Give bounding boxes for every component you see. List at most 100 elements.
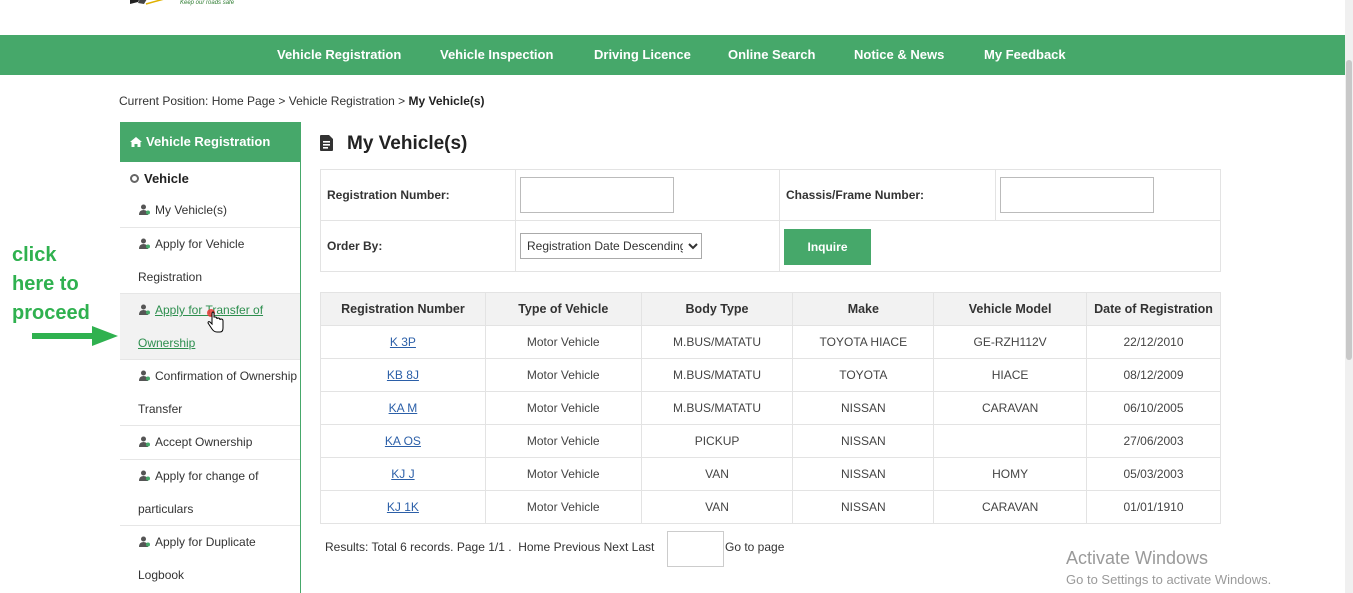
table-cell: 05/03/2003: [1086, 457, 1221, 491]
registration-link[interactable]: KA OS: [385, 434, 421, 448]
arrow-right-icon: [32, 326, 118, 346]
pagination: Results: Total 6 records. Page 1/1 . Hom…: [325, 540, 654, 554]
order-by-label: Order By:: [321, 221, 516, 271]
table-cell: GE-RZH112V: [933, 325, 1087, 359]
sidebar-item-my-vehicles[interactable]: My Vehicle(s): [120, 194, 300, 228]
site-logo[interactable]: Keep our roads safe: [128, 0, 258, 10]
user-icon: [139, 536, 150, 547]
table-cell: TOYOTA HIACE: [792, 325, 935, 359]
reg-number-label: Registration Number:: [321, 170, 516, 221]
table-cell: M.BUS/MATATU: [640, 325, 794, 359]
table-cell: HOMY: [933, 457, 1087, 491]
logo-tagline: Keep our roads safe: [180, 0, 235, 6]
table-cell: [933, 424, 1087, 458]
registration-link[interactable]: KJ 1K: [387, 500, 419, 514]
order-by-select[interactable]: Registration Date Descending: [520, 233, 702, 259]
reg-number-input[interactable]: [520, 177, 674, 213]
sidebar-header-label: Vehicle Registration: [146, 134, 271, 149]
breadcrumb-path[interactable]: Current Position: Home Page > Vehicle Re…: [119, 94, 409, 108]
sidebar-item-accept-ownership[interactable]: Accept Ownership: [120, 426, 300, 460]
registration-link[interactable]: KA M: [389, 401, 418, 415]
table-row: KA M Motor Vehicle M.BUS/MATATU NISSAN C…: [320, 391, 1221, 425]
hand-cursor-icon: [207, 309, 224, 333]
column-header: Vehicle Model: [933, 292, 1087, 326]
chassis-number-input[interactable]: [1000, 177, 1154, 213]
sidebar-item-label: Confirmation of Ownership: [155, 369, 298, 383]
table-cell: 27/06/2003: [1086, 424, 1221, 458]
table-cell: CARAVAN: [933, 391, 1087, 425]
table-cell: 06/10/2005: [1086, 391, 1221, 425]
table-cell: CARAVAN: [933, 490, 1087, 524]
pager-next-link[interactable]: Next: [604, 540, 629, 554]
sidebar-item-label: Apply for Duplicate: [155, 535, 256, 549]
table-row: KJ J Motor Vehicle VAN NISSAN HOMY 05/03…: [320, 457, 1221, 491]
search-form: Registration Number: Chassis/Frame Numbe…: [320, 169, 1221, 272]
table-cell: Motor Vehicle: [484, 358, 642, 392]
annotation-line: proceed: [12, 302, 90, 324]
sidebar-item-change-particulars[interactable]: Apply for change of particulars: [120, 460, 300, 526]
page-number-input[interactable]: [667, 531, 724, 567]
chassis-number-label: Chassis/Frame Number:: [780, 170, 996, 221]
sidebar-item-label: Accept Ownership: [155, 435, 253, 449]
page-scrollbar[interactable]: [1345, 0, 1353, 593]
registration-link[interactable]: KJ J: [391, 467, 414, 481]
pager-previous-link[interactable]: Previous: [554, 540, 601, 554]
table-cell: 01/01/1910: [1086, 490, 1221, 524]
reg-number-cell: [516, 170, 780, 221]
watermark-subtitle: Go to Settings to activate Windows.: [1066, 572, 1272, 587]
order-by-cell: Registration Date Descending: [516, 221, 780, 271]
table-cell: Motor Vehicle: [484, 457, 642, 491]
sidebar: Vehicle Registration Vehicle My Vehicle(…: [120, 122, 301, 593]
table-cell: Motor Vehicle: [484, 490, 642, 524]
registration-link[interactable]: KB 8J: [387, 368, 419, 382]
sidebar-item-label: My Vehicle(s): [155, 203, 228, 217]
nav-vehicle-registration[interactable]: Vehicle Registration: [277, 35, 401, 75]
sidebar-header[interactable]: Vehicle Registration: [120, 122, 300, 162]
nav-vehicle-inspection[interactable]: Vehicle Inspection: [440, 35, 553, 75]
table-cell: M.BUS/MATATU: [640, 358, 794, 392]
sidebar-item-confirm-ownership-transfer[interactable]: Confirmation of Ownership Transfer: [120, 360, 300, 426]
pager-last-link[interactable]: Last: [632, 540, 655, 554]
sidebar-item-label: Apply for Vehicle: [155, 237, 245, 251]
table-cell: M.BUS/MATATU: [640, 391, 794, 425]
pager-home-link[interactable]: Home: [518, 540, 550, 554]
table-cell: 08/12/2009: [1086, 358, 1221, 392]
column-header: Body Type: [640, 292, 794, 326]
sidebar-item-label: Apply for change of: [155, 469, 259, 483]
registration-link[interactable]: K 3P: [390, 335, 416, 349]
sidebar-group-label: Vehicle: [144, 171, 189, 186]
home-icon: [130, 137, 142, 147]
chassis-number-cell: [996, 170, 1221, 221]
table-cell: NISSAN: [792, 490, 935, 524]
user-icon: [139, 304, 150, 315]
column-header: Registration Number: [320, 292, 486, 326]
nav-my-feedback[interactable]: My Feedback: [984, 35, 1066, 75]
table-cell: HIACE: [933, 358, 1087, 392]
sidebar-item-label-line2: Logbook: [138, 568, 185, 582]
sidebar-item-duplicate-logbook[interactable]: Apply for Duplicate Logbook: [120, 526, 300, 592]
table-cell: Motor Vehicle: [484, 391, 642, 425]
nav-notice-news[interactable]: Notice & News: [854, 35, 944, 75]
breadcrumb: Current Position: Home Page > Vehicle Re…: [119, 94, 485, 108]
nav-online-search[interactable]: Online Search: [728, 35, 815, 75]
page-title-text: My Vehicle(s): [347, 133, 468, 154]
gear-icon: [130, 174, 139, 183]
table-row: KB 8J Motor Vehicle M.BUS/MATATU TOYOTA …: [320, 358, 1221, 392]
sidebar-item-apply-vehicle-registration[interactable]: Apply for Vehicle Registration: [120, 228, 300, 294]
go-to-page-link[interactable]: Go to page: [725, 540, 784, 554]
inquire-button[interactable]: Inquire: [784, 229, 871, 265]
column-header: Make: [792, 292, 935, 326]
user-icon: [139, 370, 150, 381]
breadcrumb-current: My Vehicle(s): [408, 94, 485, 108]
document-icon: [320, 135, 333, 151]
scrollbar-thumb[interactable]: [1346, 60, 1352, 360]
table-cell: TOYOTA: [792, 358, 935, 392]
table-cell: 22/12/2010: [1086, 325, 1221, 359]
annotation-line: click: [12, 244, 57, 266]
table-row: KA OS Motor Vehicle PICKUP NISSAN 27/06/…: [320, 424, 1221, 458]
activate-windows-watermark: Activate Windows Go to Settings to activ…: [1066, 548, 1271, 587]
user-icon: [139, 238, 150, 249]
tutorial-annotation: click here to proceed: [12, 241, 90, 328]
nav-driving-licence[interactable]: Driving Licence: [594, 35, 691, 75]
table-cell: Motor Vehicle: [484, 424, 642, 458]
